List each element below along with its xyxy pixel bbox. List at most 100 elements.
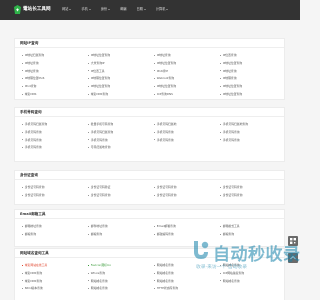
bullet-icon (154, 225, 155, 227)
tool-link-label: IP地址位置查询 (222, 60, 243, 65)
tool-link[interactable]: IP地址查询 (220, 69, 286, 74)
tool-link[interactable]: IP地址位置查询 (154, 61, 220, 66)
tool-link[interactable]: Favicon图标Ico (88, 263, 154, 268)
tool-link[interactable]: Email邮箱查询 (154, 224, 220, 229)
tool-link[interactable]: 邮箱地址查询 (22, 224, 88, 229)
tool-link-label: 身份证号码查询 (222, 185, 243, 189)
tool-link-label: 身份证号码查询 (156, 192, 177, 197)
tool-link[interactable]: 邮箱格式工具 (220, 224, 286, 229)
tool-link[interactable]: IP地址位置查询 (154, 84, 220, 89)
tool-link[interactable]: 身份证号码查询 (22, 185, 88, 190)
bullet-icon (88, 78, 89, 80)
tool-link[interactable]: 身份证号码查询 (22, 193, 88, 198)
tool-link[interactable]: Ntml版本查询 (22, 286, 88, 291)
tool-link[interactable]: IP地址位置查询 (88, 53, 154, 58)
tool-link[interactable]: 网站域名查询 (154, 279, 220, 284)
tool-link[interactable]: IP地址位置查询 (88, 84, 154, 89)
tool-link-label: IP地址位置查询 (90, 84, 111, 89)
tool-link[interactable]: 手机号码归属查询 (88, 130, 154, 135)
tool-link[interactable]: HTTP状态码查询 (154, 286, 220, 291)
tool-link-label: 手机号码归属查询 (24, 122, 48, 126)
tool-link[interactable]: 手机号码查询 (220, 138, 286, 143)
site-logo[interactable]: 電站长工具网 (14, 5, 51, 14)
bullet-icon (154, 62, 155, 64)
tool-link[interactable]: 手机号码查询 (22, 145, 88, 150)
tool-link[interactable]: ICP网站备案查询 (220, 271, 286, 276)
tool-link[interactable]: IP地址归属查询 (22, 53, 88, 58)
tool-link[interactable]: IP地址位置查询 (220, 92, 286, 97)
nav-item-date[interactable]: 日期 (137, 7, 146, 12)
tool-link-label: IP地址位置查询 (90, 53, 111, 57)
tool-link-label: 邮箱格式工具 (222, 224, 240, 228)
tool-link[interactable]: 手机号码查询 (154, 130, 220, 135)
nav-item-postcode[interactable]: 邮编 (120, 7, 126, 12)
tool-link[interactable]: 域名DNS查询 (88, 92, 154, 97)
tool-link[interactable]: IP位置查询 (220, 53, 286, 58)
tool-link[interactable]: IP地址查询 (22, 61, 88, 66)
tool-link[interactable]: IP地理查询 (220, 76, 286, 81)
tool-link-label: 网站域名查询 (156, 270, 174, 275)
tool-link[interactable]: 网站域名查询 (220, 279, 286, 284)
tool-link[interactable]: 手机号码查询 (154, 138, 220, 143)
tool-link[interactable]: 网站域名查询 (88, 279, 154, 284)
tool-link-label: 邮编查询 (90, 231, 102, 236)
tool-link[interactable]: 域名DNS查询 (22, 279, 88, 284)
tool-link[interactable]: IP地址位置查询 (220, 61, 286, 66)
tool-link[interactable]: Webroot查询 (154, 76, 220, 81)
tool-link-label: 手机号码归属地查询 (222, 122, 248, 126)
tool-link[interactable]: IP地址位置查询 (220, 84, 286, 89)
tool-link[interactable]: 身份证号码查询 (88, 193, 154, 198)
tool-link-label: Webroot查询 (156, 76, 175, 81)
tool-link[interactable]: 网站域名查询 (88, 286, 154, 291)
tool-link-label: 手机号码查询 (90, 137, 108, 142)
tool-link[interactable]: 身份证号码查询 (220, 193, 286, 198)
tool-link[interactable]: 手机号码查询 (22, 138, 88, 143)
tool-link[interactable]: IP地址查询 (154, 53, 220, 58)
nav-item-identity[interactable]: 身份 (101, 7, 111, 12)
tool-link[interactable]: IP地址查询 (22, 69, 88, 74)
tool-link[interactable]: IP位置工具 (88, 69, 154, 74)
nav-item-website[interactable]: 网站 (62, 7, 72, 12)
tool-link[interactable]: Whois查询 (88, 271, 154, 276)
tool-link[interactable]: 域名DNS查询 (22, 271, 88, 276)
tool-link[interactable]: 域名网站在线工具 (22, 263, 88, 268)
tool-link[interactable]: 身份证号码验证 (88, 185, 154, 190)
tool-link-label: IP地址归属查询 (24, 53, 45, 57)
tool-link[interactable]: IPv4查询 (22, 84, 88, 89)
tool-link[interactable]: ICP查询DNS (154, 92, 220, 97)
tool-link[interactable]: 手机号码归属地 (154, 122, 220, 127)
tool-link[interactable]: 邮编查询 (88, 232, 154, 237)
tool-link[interactable]: 身份证号码查询 (154, 185, 220, 190)
divider (15, 179, 284, 180)
nav-item-calculator[interactable]: 计算机 (156, 7, 169, 12)
tool-link[interactable]: 手机号码查询 (220, 130, 286, 135)
bullet-icon (22, 225, 23, 227)
tool-link[interactable]: 网站域名查询 (154, 271, 220, 276)
tool-link[interactable]: 大米查询IP (88, 61, 154, 66)
tool-link[interactable]: IP地理位置IPv6 (22, 76, 88, 81)
tool-link[interactable]: 邮件地址查询 (88, 224, 154, 229)
tool-link[interactable]: 手机号码归属查询 (22, 122, 88, 127)
bullet-icon (22, 62, 23, 64)
tool-link[interactable]: IPv6查IP (154, 69, 220, 74)
tool-link[interactable]: 域名DNS (22, 92, 88, 97)
tool-link[interactable]: 邮编查询 (22, 232, 88, 237)
tool-link[interactable]: 身份证号码查询 (220, 185, 286, 190)
tool-link[interactable]: 邮编查询 (220, 232, 286, 237)
tool-link[interactable]: 手机号码归属地查询 (220, 122, 286, 127)
tool-link[interactable]: 手机号码查询 (88, 138, 154, 143)
nav-item-mobile[interactable]: 手机 (81, 7, 91, 12)
tool-link[interactable]: 号码归属地查询 (88, 145, 154, 150)
tool-link[interactable]: 邮政编码查询 (154, 232, 220, 237)
bullet-icon (22, 272, 23, 274)
bullet-icon (220, 54, 221, 56)
chevron-down-icon (88, 9, 91, 10)
tool-link[interactable]: 身份证号码查询 (154, 193, 220, 198)
tool-link-label: 网站域名查询 (156, 278, 174, 283)
watermark-title: 自动秒收录 (213, 245, 301, 265)
section-phone-query: 手机号码查询 手机号码归属查询 批量手机号码查询 手机号码归属地 手机号码归属地查询手… (14, 107, 285, 162)
tool-link[interactable]: IP地理位置查询 (88, 76, 154, 81)
tool-link[interactable]: 手机号码查询 (22, 130, 88, 135)
tool-link-label: 邮箱地址查询 (24, 224, 42, 228)
tool-link[interactable]: 批量手机号码查询 (88, 122, 154, 127)
